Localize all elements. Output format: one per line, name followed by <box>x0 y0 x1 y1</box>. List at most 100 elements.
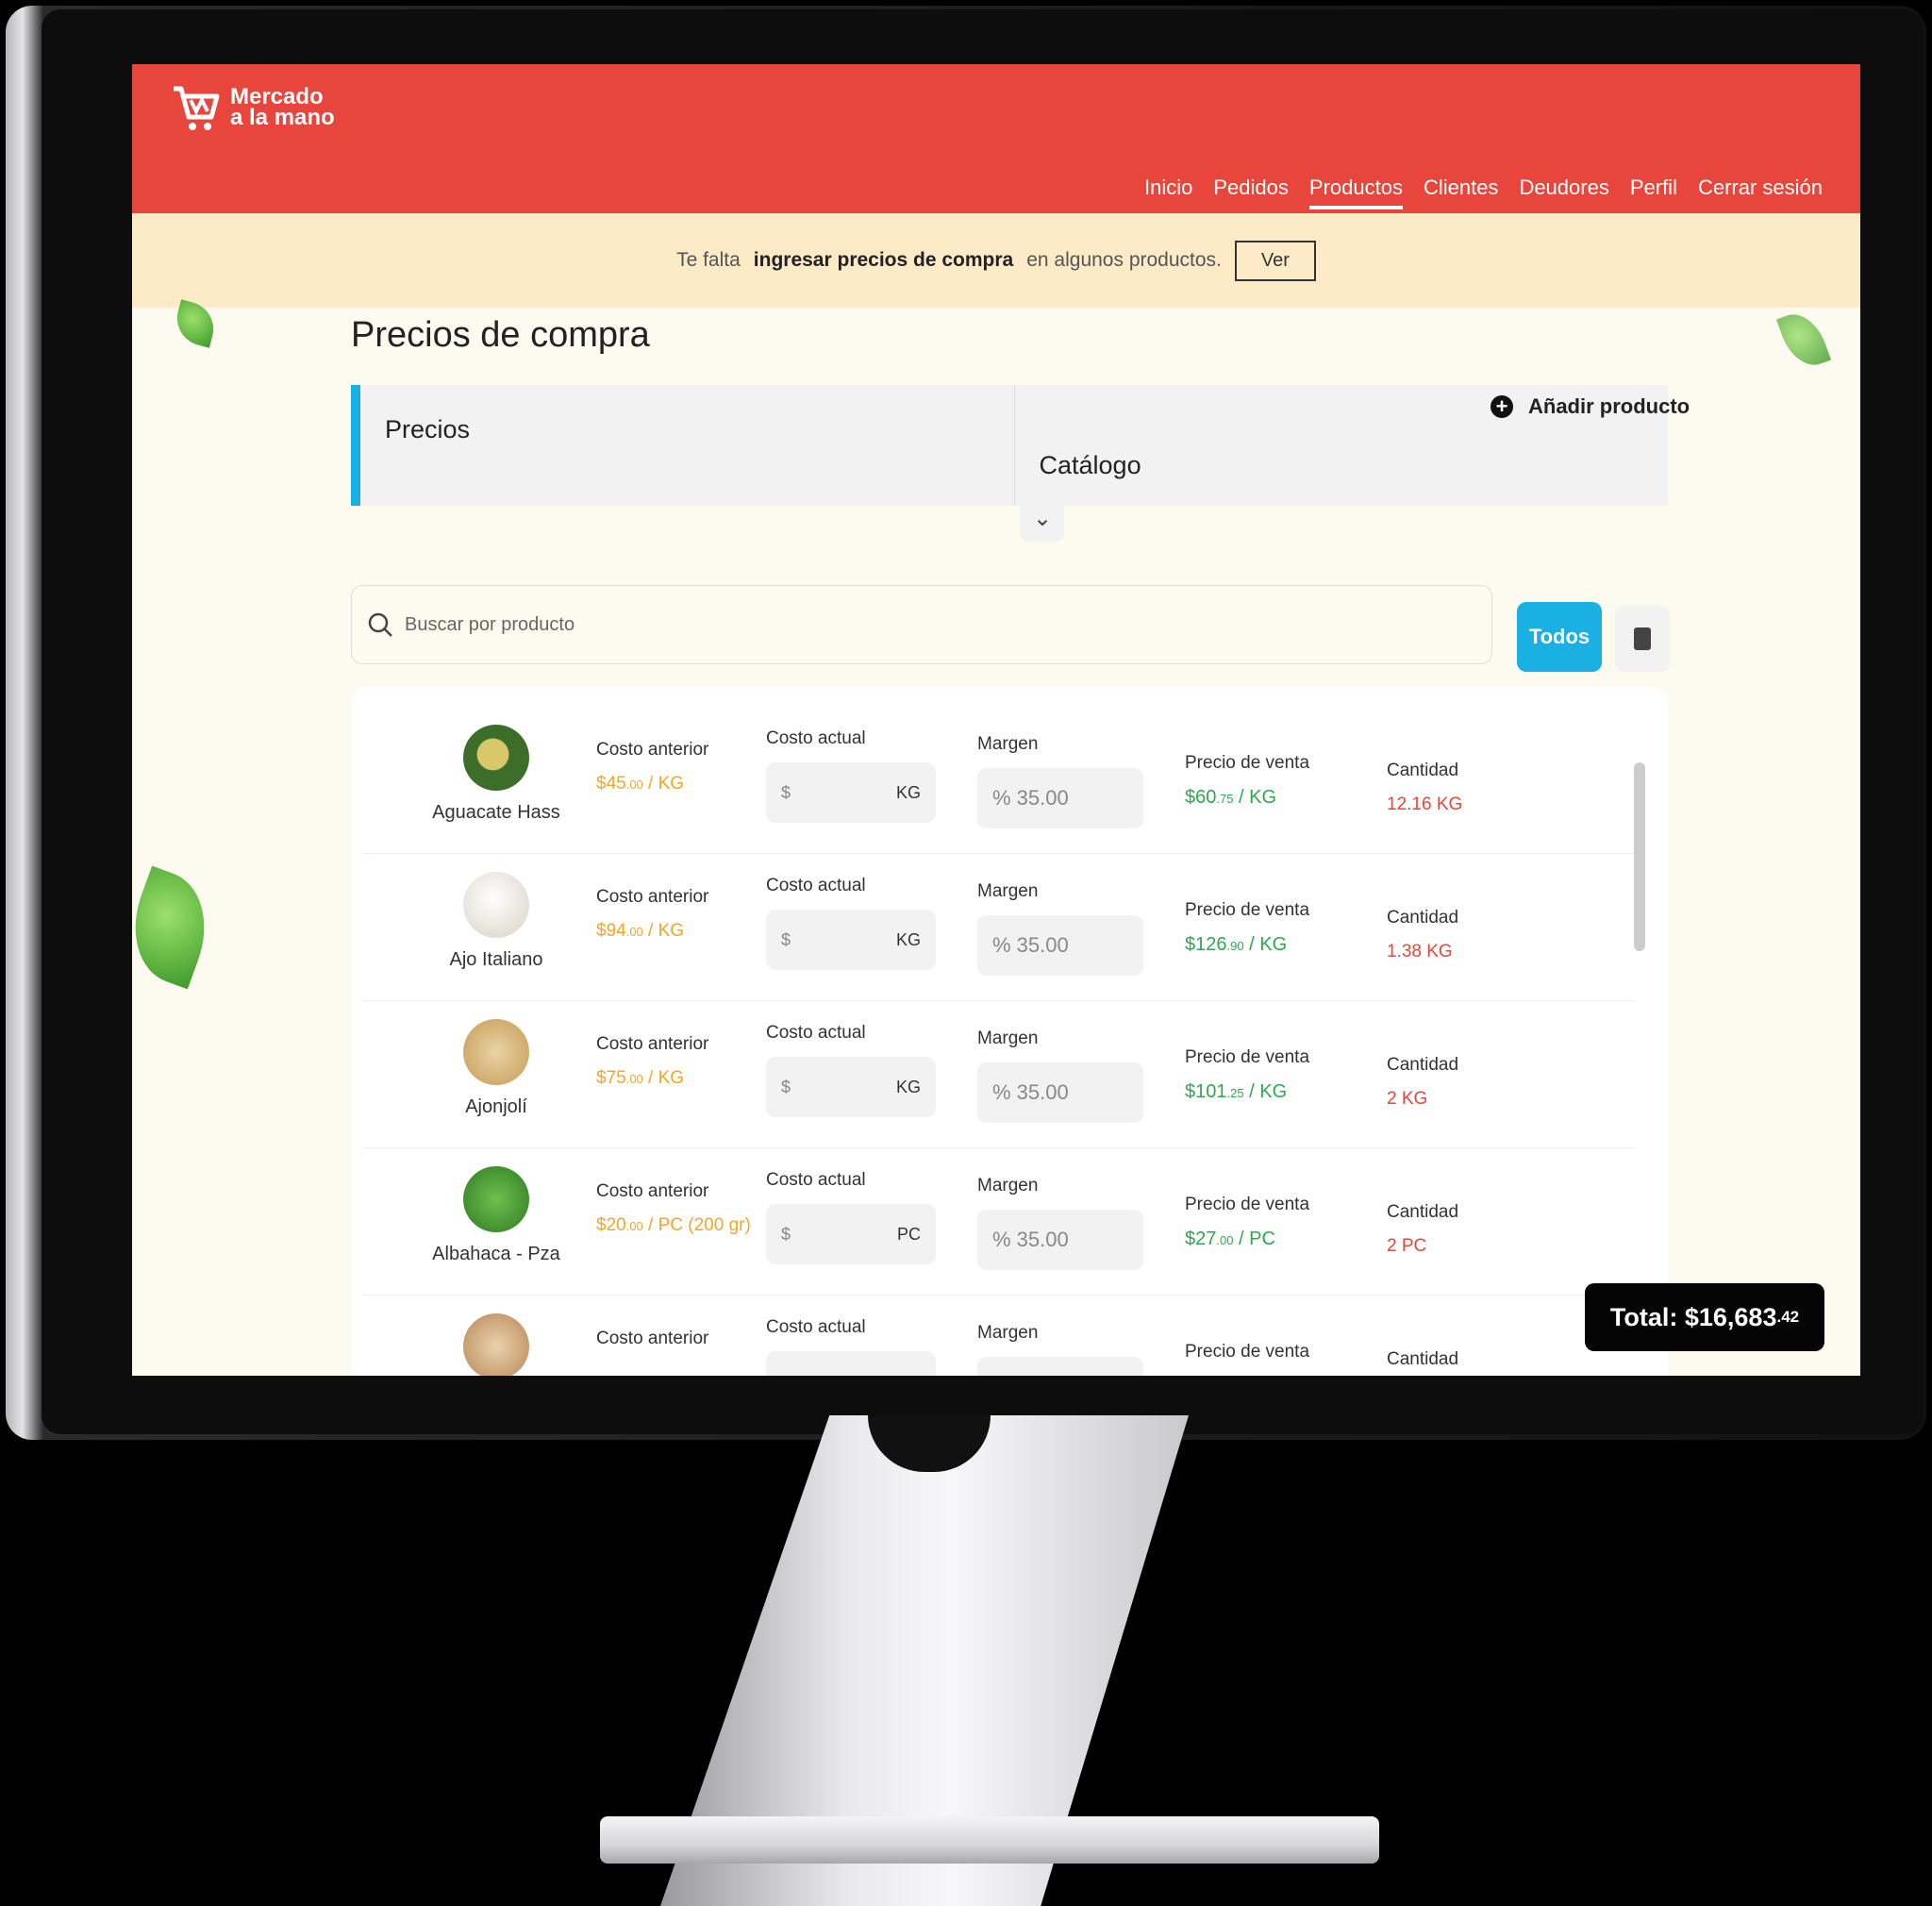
col-label-margin: Margen <box>977 734 1039 754</box>
nav-deudores[interactable]: Deudores <box>1519 176 1608 209</box>
prev-cost: $20.00 / PC (200 gr) <box>596 1215 751 1235</box>
table-row: Ajo Italiano Costo anterior $94.00 / KG … <box>364 853 1634 1001</box>
products-table: Aguacate Hass Costo anterior $45.00 / KG… <box>351 687 1668 1376</box>
search-icon <box>368 612 392 637</box>
margin-input[interactable]: % 35.00 <box>977 768 1143 828</box>
sale-price: $60.75 / KG <box>1185 787 1277 808</box>
monitor-base <box>600 1816 1379 1864</box>
col-label-prev: Costo anterior <box>596 1329 709 1348</box>
col-label-sale: Precio de venta <box>1185 753 1310 773</box>
nav-clientes[interactable]: Clientes <box>1424 176 1498 209</box>
col-label-current: Costo actual <box>766 1170 866 1190</box>
scrollbar[interactable] <box>1634 762 1645 951</box>
product-name: Ajo Italiano <box>449 949 543 970</box>
nav-pedidos[interactable]: Pedidos <box>1213 176 1289 209</box>
quantity: 2 KG <box>1387 1089 1428 1109</box>
total-amount: Total: $16,683 <box>1609 1302 1777 1331</box>
notice-suffix: en algunos productos. <box>1026 249 1222 271</box>
notice-prefix: Te falta <box>676 249 741 271</box>
plus-icon: + <box>1491 395 1513 418</box>
cart-logo-icon <box>174 86 220 130</box>
clipboard-icon <box>1634 627 1651 650</box>
quantity: 12.16 KG <box>1387 794 1463 814</box>
current-cost-input[interactable] <box>766 1351 936 1376</box>
todos-filter-button[interactable]: Todos <box>1517 602 1602 672</box>
table-row: Aguacate Hass Costo anterior $45.00 / KG… <box>364 706 1634 854</box>
product-name: Aguacate Hass <box>432 802 560 823</box>
col-label-sale: Precio de venta <box>1185 1047 1310 1067</box>
leaf-decoration <box>1775 306 1832 374</box>
quantity: 2 PC <box>1387 1236 1427 1256</box>
top-bar: Mercado a la mano Inicio Pedidos Product… <box>132 64 1860 213</box>
notice-banner: Te falta ingresar precios de compra en a… <box>132 213 1860 308</box>
col-label-qty: Cantidad <box>1387 908 1459 928</box>
main-nav: Inicio Pedidos Productos Clientes Deudor… <box>1144 176 1823 209</box>
table-row: Ajonjolí Costo anterior $75.00 / KG Cost… <box>364 1000 1634 1148</box>
logo[interactable]: Mercado a la mano <box>168 79 335 136</box>
col-label-current: Costo actual <box>766 1317 866 1337</box>
brand-line-2: a la mano <box>230 105 335 130</box>
col-label-margin: Margen <box>977 1028 1039 1048</box>
margin-input[interactable]: % 35.00 <box>977 1210 1143 1270</box>
tab-bar: Precios Catálogo <box>351 385 1668 506</box>
nav-inicio[interactable]: Inicio <box>1144 176 1192 209</box>
col-label-qty: Cantidad <box>1387 1202 1459 1222</box>
sale-price: $101.25 / KG <box>1185 1081 1288 1102</box>
add-product-label: Añadir producto <box>1528 394 1690 418</box>
nav-perfil[interactable]: Perfil <box>1630 176 1677 209</box>
col-label-sale: Precio de venta <box>1185 900 1310 920</box>
add-product-button[interactable]: + Añadir producto <box>1491 394 1690 419</box>
total-cents: .42 <box>1776 1308 1800 1326</box>
col-label-current: Costo actual <box>766 728 866 748</box>
col-label-margin: Margen <box>977 881 1039 901</box>
product-image <box>463 1019 529 1085</box>
nav-cerrar-sesion[interactable]: Cerrar sesión <box>1698 176 1823 209</box>
table-row: Albahaca - Pza Costo anterior $20.00 / P… <box>364 1147 1634 1296</box>
prev-cost: $75.00 / KG <box>596 1068 685 1088</box>
col-label-prev: Costo anterior <box>596 887 709 907</box>
table-row: Costo anterior Costo actual Margen Preci… <box>364 1295 1634 1376</box>
col-label-prev: Costo anterior <box>596 1034 709 1054</box>
nav-productos[interactable]: Productos <box>1308 176 1404 209</box>
page-title: Precios de compra <box>351 315 650 355</box>
prev-cost: $94.00 / KG <box>596 921 685 941</box>
col-label-current: Costo actual <box>766 876 866 895</box>
screen: Mercado a la mano Inicio Pedidos Product… <box>132 64 1860 1376</box>
leaf-decoration <box>132 865 224 990</box>
col-label-qty: Cantidad <box>1387 1055 1459 1075</box>
current-cost-input[interactable]: $ KG <box>766 910 936 970</box>
ver-button[interactable]: Ver <box>1234 240 1316 281</box>
col-label-prev: Costo anterior <box>596 1181 709 1201</box>
product-image <box>463 1166 529 1232</box>
clipboard-button[interactable] <box>1615 606 1670 672</box>
total-badge: Total: $16,683.42 <box>1585 1283 1824 1351</box>
col-label-qty: Cantidad <box>1387 1349 1459 1369</box>
notice-bold: ingresar precios de compra <box>753 249 1014 271</box>
col-label-margin: Margen <box>977 1323 1039 1343</box>
col-label-qty: Cantidad <box>1387 761 1459 780</box>
product-image <box>463 1313 529 1376</box>
col-label-margin: Margen <box>977 1176 1039 1195</box>
chevron-down-icon[interactable]: ⌄ <box>1021 498 1064 542</box>
product-name: Albahaca - Pza <box>432 1244 560 1264</box>
current-cost-input[interactable]: $ KG <box>766 1057 936 1117</box>
sale-price: $27.00 / PC <box>1185 1229 1275 1249</box>
col-label-current: Costo actual <box>766 1023 866 1043</box>
margin-input[interactable]: % 35.00 <box>977 1062 1143 1123</box>
sale-price: $126.90 / KG <box>1185 934 1288 955</box>
margin-input[interactable]: % 35.00 <box>977 915 1143 976</box>
quantity: 1.38 KG <box>1387 942 1453 961</box>
col-label-prev: Costo anterior <box>596 740 709 760</box>
current-cost-input[interactable]: $ KG <box>766 762 936 823</box>
col-label-sale: Precio de venta <box>1185 1342 1310 1362</box>
search-placeholder: Buscar por producto <box>405 613 575 635</box>
col-label-sale: Precio de venta <box>1185 1195 1310 1214</box>
prev-cost: $45.00 / KG <box>596 774 685 794</box>
product-name: Ajonjolí <box>465 1096 527 1117</box>
tab-precios[interactable]: Precios <box>351 385 1014 506</box>
product-image <box>463 725 529 791</box>
current-cost-input[interactable]: $ PC <box>766 1204 936 1264</box>
product-image <box>463 872 529 938</box>
margin-input[interactable] <box>977 1357 1143 1376</box>
search-input[interactable]: Buscar por producto <box>351 585 1492 664</box>
